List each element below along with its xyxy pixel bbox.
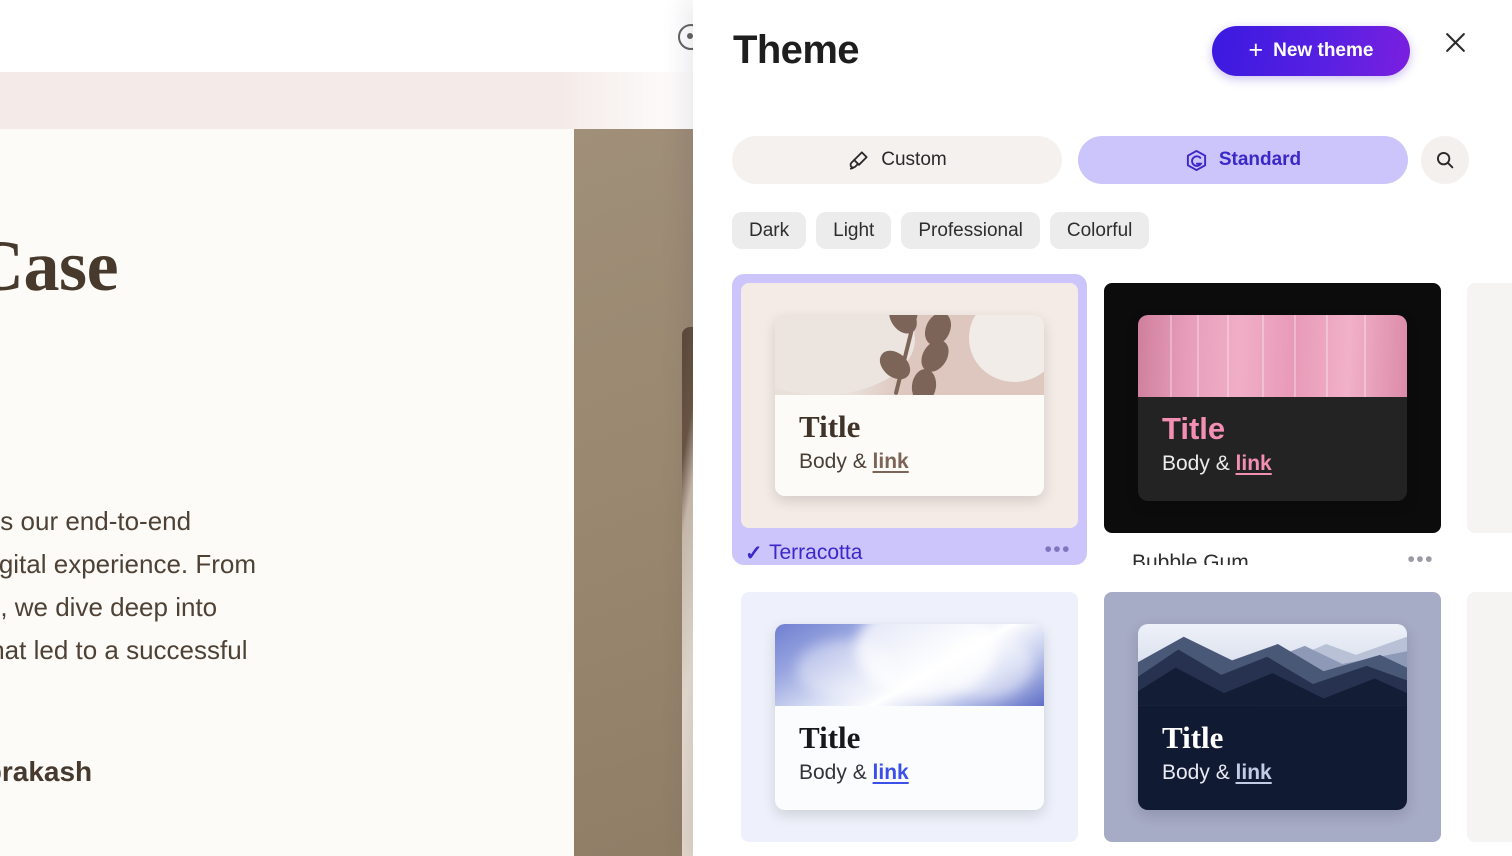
theme-card-label <box>1458 851 1512 856</box>
theme-preview-body: Body & link <box>1162 451 1383 476</box>
theme-preview-image <box>775 624 1044 706</box>
theme-preview-body-prefix: Body & <box>1162 452 1236 476</box>
theme-preview-body: Body & link <box>799 760 1020 785</box>
background-body-line: ser-centric digital experience. From <box>0 549 257 580</box>
background-body-line: dy showcases our end-to-end <box>0 506 192 536</box>
search-button[interactable] <box>1421 136 1469 184</box>
theme-preview-image <box>775 315 1044 405</box>
theme-preview-slide: Title Body & link <box>775 315 1044 496</box>
theme-preview-slide: Title Body & link <box>1138 624 1407 810</box>
theme-panel: Theme + New theme Custom Standard Dark L… <box>693 0 1512 856</box>
search-icon <box>1436 151 1454 169</box>
tab-standard-label: Standard <box>1218 149 1302 170</box>
theme-card-label: Marine ••• <box>1095 851 1450 856</box>
filter-chip-light[interactable]: Light <box>816 212 892 249</box>
theme-options-button[interactable]: ••• <box>1044 539 1071 560</box>
theme-preview-image <box>1138 624 1407 706</box>
background-body-line: hodologies that led to a successful <box>0 635 248 666</box>
theme-card-marine[interactable]: Title Body & link Marine ••• <box>1095 583 1450 856</box>
theme-preview-link: link <box>872 450 909 474</box>
tab-standard[interactable]: Standard <box>1078 136 1408 184</box>
theme-preview-text: Title Body & link <box>775 394 1044 496</box>
theme-card-terracotta[interactable]: Title Body & link ✓ Terracotta ••• <box>732 274 1087 565</box>
close-button[interactable] <box>1433 20 1477 64</box>
theme-preview-title: Title <box>1162 410 1226 446</box>
tab-custom-label: Custom <box>881 149 947 170</box>
background-slide-title: ign Case <box>0 226 119 306</box>
theme-preview-text: Title Body & link <box>775 705 1044 810</box>
theme-preview-title: Title <box>799 408 861 444</box>
new-theme-label: New theme <box>1273 40 1374 61</box>
theme-preview-marine: Title Body & link <box>1104 592 1441 842</box>
theme-preview-image <box>1138 315 1407 406</box>
theme-preview-body-prefix: Body & <box>799 450 873 474</box>
theme-preview-snowball: Title Body & link <box>741 592 1078 842</box>
background-slide-author: an Jayaprakash <box>0 756 93 787</box>
theme-preview-terracotta: Title Body & link <box>741 283 1078 528</box>
theme-preview-text: Title Body & link <box>1138 705 1407 810</box>
theme-preview-bubble-gum: Title Body & link <box>1104 283 1441 533</box>
filter-chip-dark[interactable]: Dark <box>732 212 807 249</box>
theme-name: Terracotta <box>769 541 863 564</box>
filter-chip-professional[interactable]: Professional <box>901 212 1040 249</box>
background-toolbar <box>0 0 760 72</box>
new-theme-button[interactable]: + New theme <box>1212 26 1410 76</box>
theme-preview-body: Body & link <box>799 449 1020 474</box>
check-icon: ✓ <box>745 541 763 565</box>
theme-preview-title: Title <box>799 719 861 755</box>
theme-preview-slide: Title Body & link <box>775 624 1044 810</box>
page-title: Theme <box>733 28 860 72</box>
theme-card-snowball[interactable]: Title Body & link Snowball ••• <box>732 583 1087 856</box>
close-icon <box>1445 32 1465 52</box>
theme-preview-slide: Title Body & link <box>1138 315 1407 501</box>
paintbrush-icon <box>849 150 868 170</box>
screen: ign Case dy showcases our end-to-end ser… <box>0 0 1512 856</box>
theme-preview-body: Body & link <box>1162 760 1383 785</box>
theme-grid: Title Body & link ✓ Terracotta ••• Title… <box>732 274 1512 856</box>
background-body-line: visual design, we dive deep into <box>0 592 218 623</box>
theme-card-partial[interactable] <box>1458 274 1512 565</box>
theme-card-label <box>1458 542 1512 565</box>
filter-chip-colorful[interactable]: Colorful <box>1049 212 1150 249</box>
theme-card-label: ✓ Terracotta ••• <box>732 532 1087 565</box>
background-slide-body: dy showcases our end-to-end ser-centric … <box>0 500 490 673</box>
tab-custom[interactable]: Custom <box>732 136 1062 184</box>
gamma-logo-icon <box>1186 149 1206 171</box>
filter-chip-list: Dark Light Professional Colorful <box>732 212 1150 249</box>
theme-preview-partial <box>1467 592 1512 842</box>
theme-options-button[interactable]: ••• <box>1407 549 1434 565</box>
theme-name: Bubble Gum <box>1132 551 1249 565</box>
theme-card-bubble-gum[interactable]: Title Body & link Bubble Gum ••• <box>1095 274 1450 565</box>
theme-preview-title: Title <box>1162 719 1224 755</box>
theme-type-segmented-control: Custom Standard <box>693 136 1512 184</box>
theme-card-label: Bubble Gum ••• <box>1095 542 1450 565</box>
theme-preview-body-prefix: Body & <box>799 761 873 785</box>
theme-card-partial[interactable] <box>1458 583 1512 856</box>
mountains-icon <box>1138 636 1407 706</box>
panel-header: Theme + New theme <box>693 0 1512 104</box>
theme-preview-text: Title Body & link <box>1138 396 1407 501</box>
theme-preview-link: link <box>872 761 909 785</box>
theme-preview-link: link <box>1235 761 1272 785</box>
theme-card-label: Snowball ••• <box>732 851 1087 856</box>
plus-icon: + <box>1248 35 1264 64</box>
theme-preview-body-prefix: Body & <box>1162 761 1236 785</box>
theme-preview-link: link <box>1235 452 1272 476</box>
theme-preview-partial <box>1467 283 1512 533</box>
